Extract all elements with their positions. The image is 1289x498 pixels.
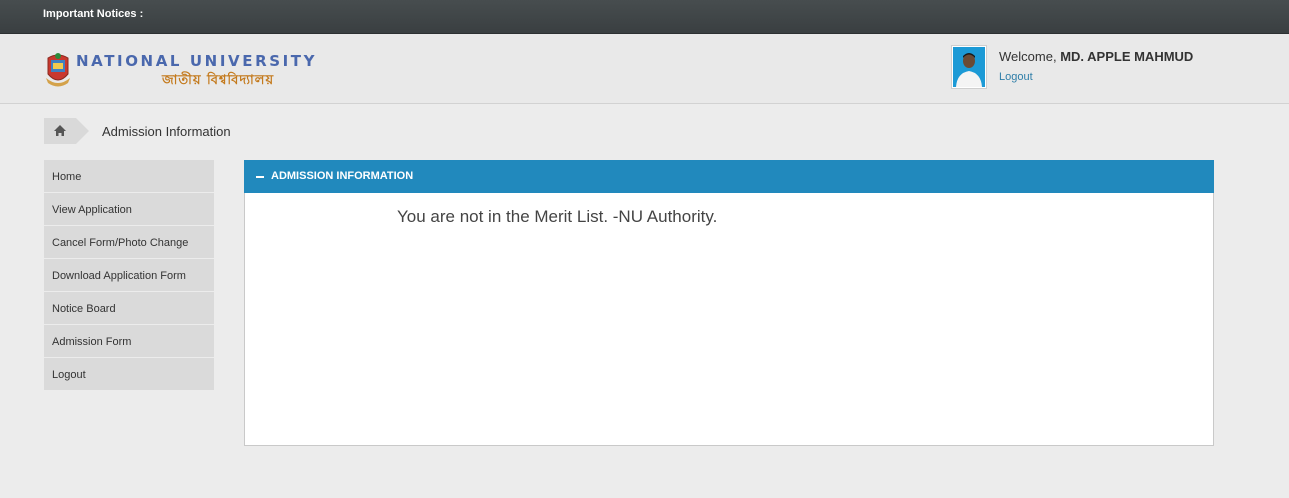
sidebar-item-download-form[interactable]: Download Application Form bbox=[44, 259, 214, 292]
avatar bbox=[951, 45, 987, 89]
sidebar-item-cancel-form[interactable]: Cancel Form/Photo Change bbox=[44, 226, 214, 259]
breadcrumb-home[interactable] bbox=[44, 118, 89, 144]
sidebar-item-logout[interactable]: Logout bbox=[44, 358, 214, 390]
sidebar-menu: Home View Application Cancel Form/Photo … bbox=[44, 160, 214, 390]
sidebar-item-view-application[interactable]: View Application bbox=[44, 193, 214, 226]
panel-header: ADMISSION INFORMATION bbox=[244, 160, 1214, 193]
user-photo-icon bbox=[953, 47, 985, 87]
home-icon bbox=[54, 125, 66, 136]
site-header: NATIONAL UNIVERSITY জাতীয় বিশ্ববিদ্যালয… bbox=[0, 34, 1289, 104]
university-emblem-icon bbox=[46, 53, 70, 87]
welcome-prefix: Welcome, bbox=[999, 49, 1057, 64]
logo-text-bengali: জাতীয় বিশ্ববিদ্যালয় bbox=[162, 73, 275, 88]
collapse-icon[interactable] bbox=[256, 176, 264, 178]
top-notice-bar: Important Notices : bbox=[0, 0, 1289, 34]
sidebar-item-home[interactable]: Home bbox=[44, 160, 214, 193]
important-notices-label: Important Notices : bbox=[43, 8, 144, 20]
logo-text-english: NATIONAL UNIVERSITY bbox=[76, 52, 318, 70]
welcome-text: Welcome, MD. APPLE MAHMUD bbox=[999, 49, 1193, 64]
user-name: MD. APPLE MAHMUD bbox=[1060, 49, 1194, 64]
sidebar-item-admission-form[interactable]: Admission Form bbox=[44, 325, 214, 358]
admission-info-panel: ADMISSION INFORMATION You are not in the… bbox=[244, 160, 1214, 446]
sidebar-item-notice-board[interactable]: Notice Board bbox=[44, 292, 214, 325]
merit-list-message: You are not in the Merit List. -NU Autho… bbox=[397, 207, 718, 226]
header-logout-link[interactable]: Logout bbox=[999, 71, 1033, 83]
breadcrumb-current: Admission Information bbox=[102, 124, 231, 139]
panel-title: ADMISSION INFORMATION bbox=[271, 170, 414, 182]
